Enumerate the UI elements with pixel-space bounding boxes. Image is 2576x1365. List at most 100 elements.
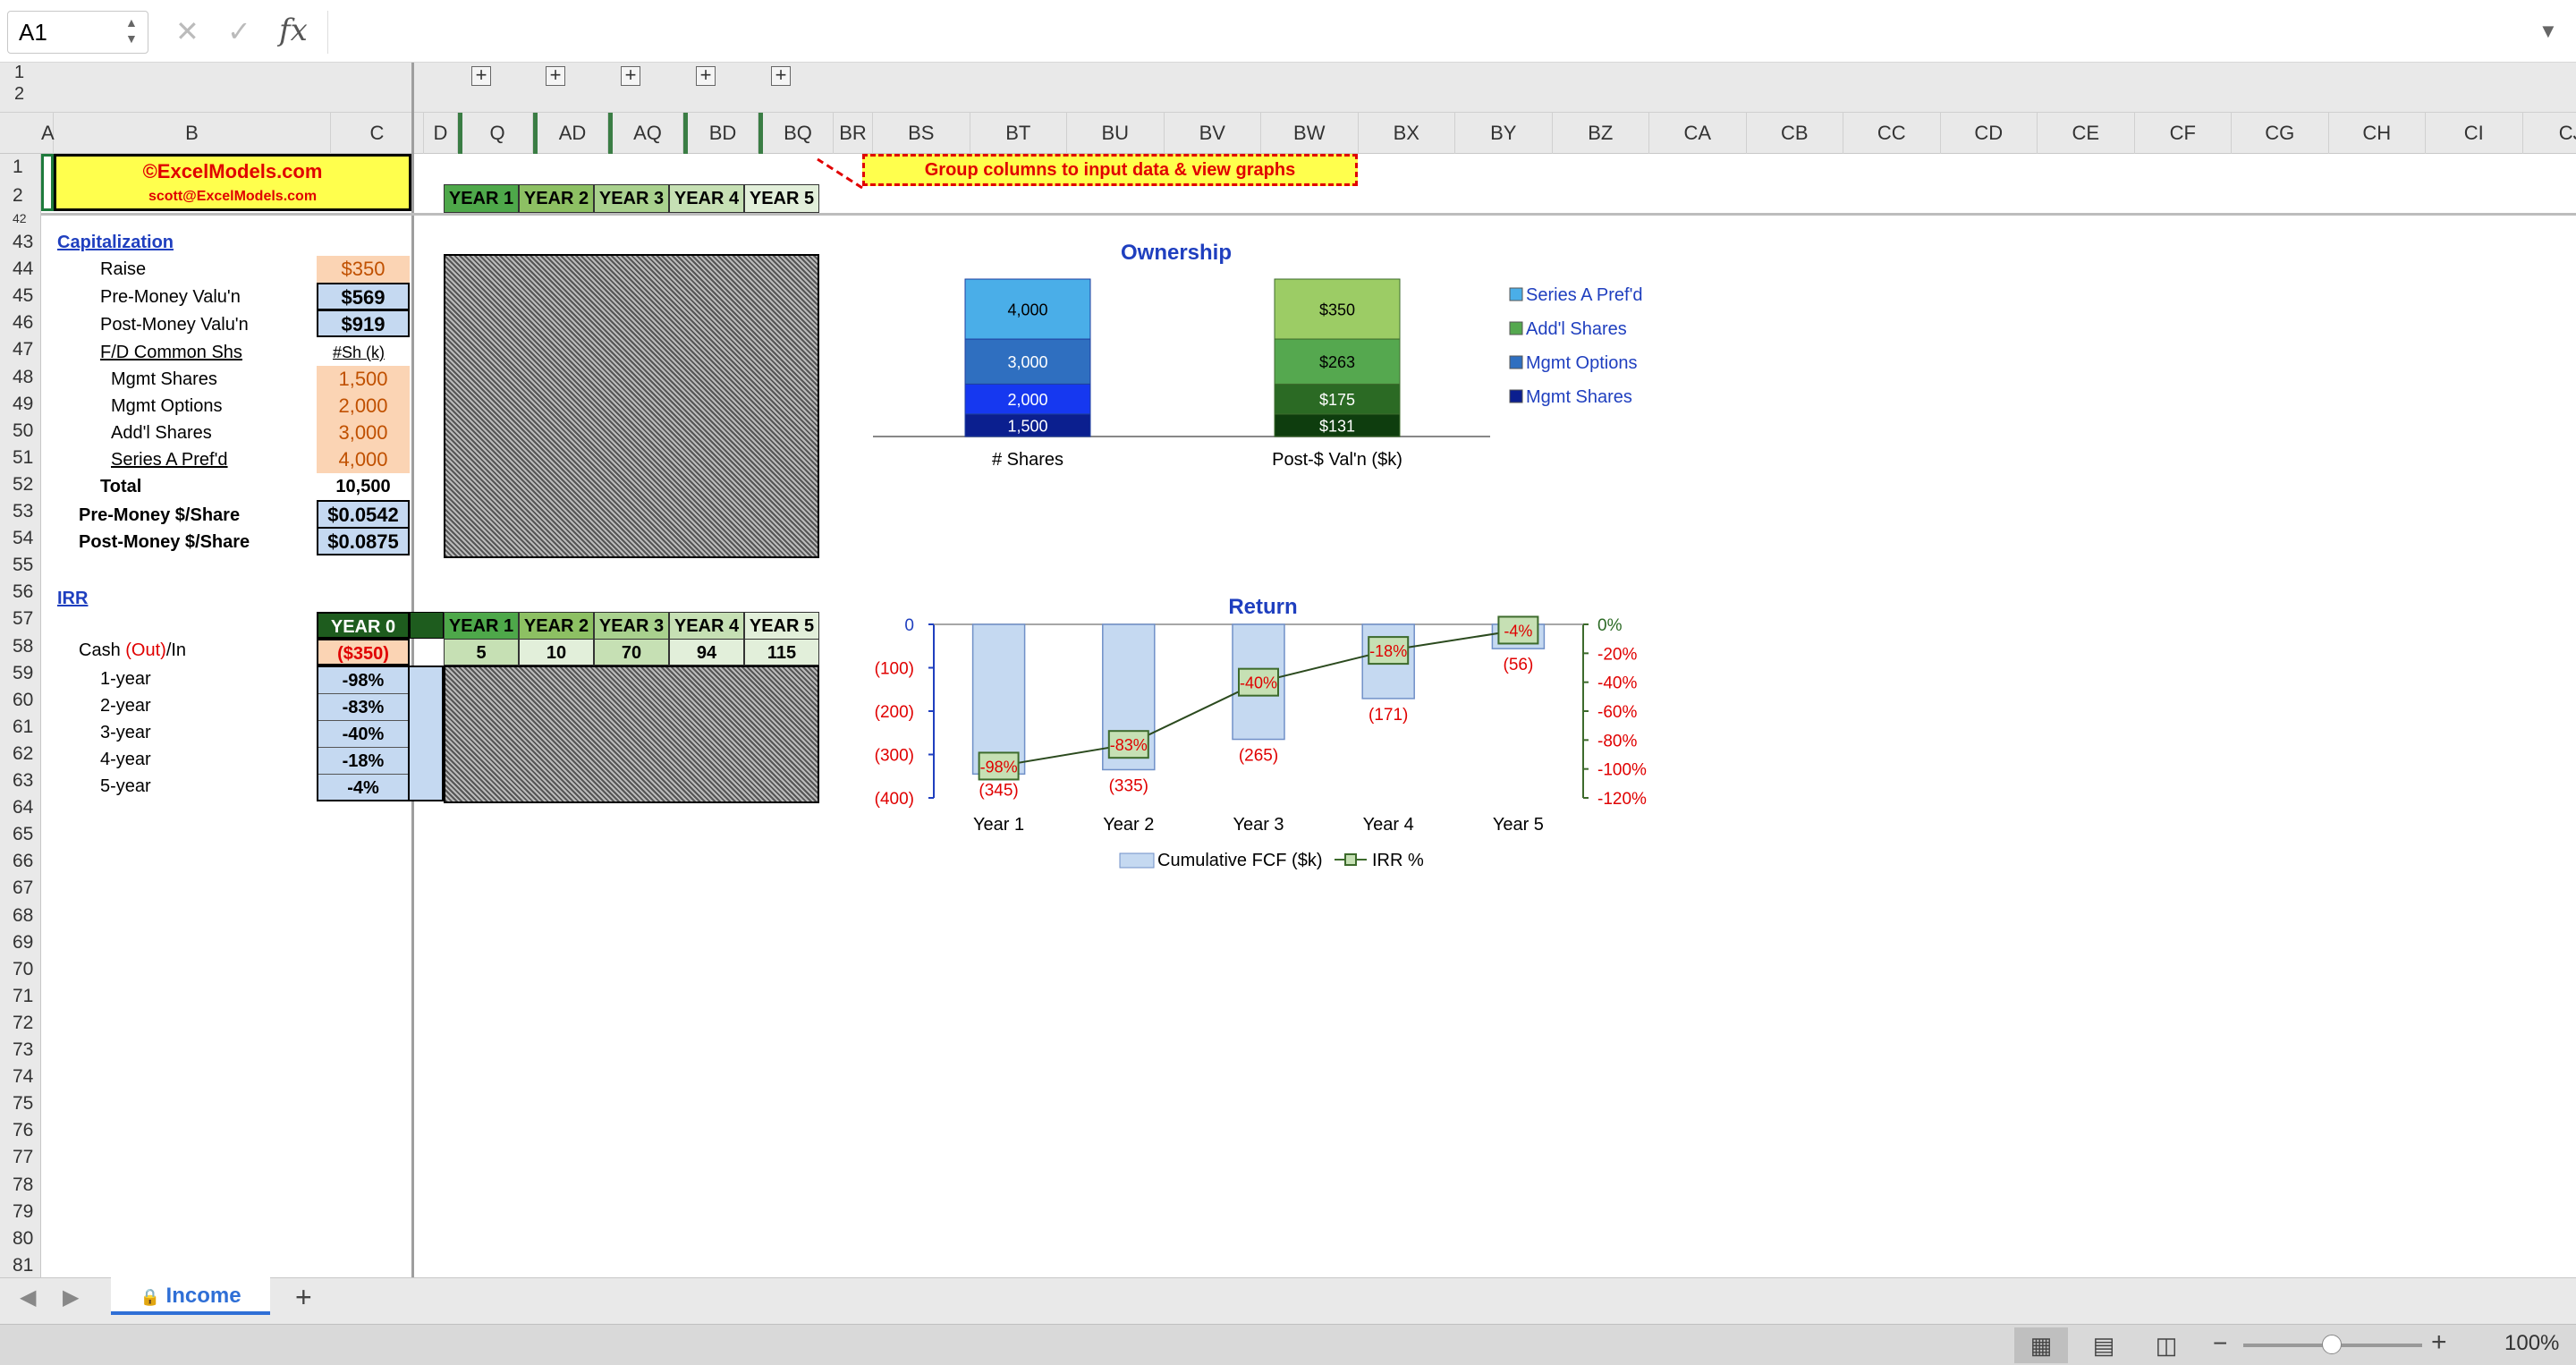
enter-check-icon[interactable]: ✓ <box>227 14 251 48</box>
row-header[interactable]: 63 <box>0 767 41 794</box>
row-header[interactable]: 74 <box>0 1064 41 1090</box>
row-header[interactable]: 81 <box>0 1252 41 1279</box>
column-header[interactable]: BZ <box>1553 113 1649 154</box>
add-sheet-button[interactable]: + <box>295 1281 312 1314</box>
cash-year-value[interactable]: 5 <box>444 639 519 666</box>
column-header[interactable]: A <box>41 113 55 154</box>
row-header[interactable]: 51 <box>0 445 41 471</box>
column-header[interactable]: BV <box>1165 113 1261 154</box>
cash-year0-input[interactable]: ($350) <box>317 639 410 666</box>
pre-money-value[interactable]: $569 <box>317 283 410 310</box>
cancel-icon[interactable]: ✕ <box>175 14 199 48</box>
column-header[interactable]: AQ <box>608 113 683 154</box>
year-header[interactable]: YEAR 3 <box>594 184 669 213</box>
row-header[interactable]: 78 <box>0 1172 41 1199</box>
expand-group-plus-icon[interactable]: + <box>771 65 791 86</box>
column-header[interactable]: D <box>424 113 458 154</box>
row-header[interactable]: 1 <box>0 154 41 181</box>
irr-1-year-value[interactable]: -98% <box>318 667 408 694</box>
column-header[interactable]: CD <box>1941 113 2038 154</box>
cash-year-value[interactable]: 94 <box>669 639 744 666</box>
row-header[interactable]: 50 <box>0 418 41 445</box>
irr-2-year-value[interactable]: -83% <box>318 694 408 721</box>
row-header[interactable]: 43 <box>0 229 41 256</box>
row-header[interactable]: 68 <box>0 903 41 929</box>
grouped-data-placeholder[interactable] <box>444 254 819 558</box>
column-header[interactable]: CA <box>1649 113 1747 154</box>
column-header[interactable]: C <box>331 113 424 154</box>
row-header[interactable]: 70 <box>0 956 41 983</box>
row-header[interactable]: 72 <box>0 1010 41 1037</box>
irr-4-year-value[interactable]: -18% <box>318 748 408 775</box>
year-header[interactable]: YEAR 5 <box>744 184 819 213</box>
year-header[interactable]: YEAR 2 <box>519 184 594 213</box>
expand-group-plus-icon[interactable]: + <box>546 65 565 86</box>
pre-money-share-value[interactable]: $0.0542 <box>317 500 410 529</box>
column-header[interactable]: CC <box>1843 113 1941 154</box>
row-header[interactable]: 42 <box>0 212 41 227</box>
addl-shares-input[interactable]: 3,000 <box>317 420 410 446</box>
series-a-input[interactable]: 4,000 <box>317 446 410 473</box>
row-header[interactable]: 61 <box>0 714 41 741</box>
active-cell-a1[interactable] <box>41 154 54 211</box>
irr-year-header[interactable]: YEAR 4 <box>669 612 744 640</box>
irr-3-year-value[interactable]: -40% <box>318 721 408 748</box>
row-header[interactable]: 67 <box>0 875 41 902</box>
column-header[interactable]: CI <box>2426 113 2523 154</box>
cash-year-value[interactable]: 10 <box>519 639 594 666</box>
name-box-spinner-icon[interactable]: ▲ ▼ <box>125 14 138 47</box>
irr-year-header[interactable]: YEAR 3 <box>594 612 669 640</box>
column-header[interactable]: BQ <box>758 113 834 154</box>
row-header[interactable]: 45 <box>0 283 41 309</box>
column-header[interactable]: AD <box>533 113 608 154</box>
post-money-share-value[interactable]: $0.0875 <box>317 527 410 555</box>
column-header[interactable]: CG <box>2232 113 2329 154</box>
normal-view-icon[interactable]: ▦ <box>2014 1327 2068 1363</box>
column-header[interactable]: BX <box>1359 113 1455 154</box>
irr-5-year-value[interactable]: -4% <box>318 775 408 801</box>
expand-formula-bar-chevron-down-icon[interactable]: ▼ <box>2538 20 2558 43</box>
raise-input[interactable]: $350 <box>317 256 410 283</box>
scroll-right-icon[interactable]: ▶ <box>63 1284 79 1310</box>
mgmt-options-input[interactable]: 2,000 <box>317 393 410 420</box>
column-header[interactable]: B <box>54 113 331 154</box>
sheet-tab-income[interactable]: 🔒 Income <box>111 1277 270 1315</box>
row-header[interactable]: 49 <box>0 391 41 418</box>
row-header[interactable]: 52 <box>0 471 41 498</box>
column-header[interactable]: CB <box>1747 113 1843 154</box>
row-header[interactable]: 47 <box>0 336 41 363</box>
grouped-irr-placeholder[interactable] <box>444 666 819 803</box>
row-header[interactable]: 56 <box>0 579 41 606</box>
column-header[interactable]: BU <box>1067 113 1165 154</box>
capitalization-title[interactable]: Capitalization <box>57 229 174 256</box>
expand-group-plus-icon[interactable]: + <box>621 65 640 86</box>
row-header[interactable]: 60 <box>0 687 41 714</box>
row-header[interactable]: 64 <box>0 794 41 821</box>
row-header[interactable]: 55 <box>0 552 41 579</box>
page-break-view-icon[interactable]: ◫ <box>2140 1327 2193 1363</box>
scroll-left-icon[interactable]: ◀ <box>20 1284 36 1310</box>
mgmt-shares-input[interactable]: 1,500 <box>317 366 410 393</box>
cash-year-value[interactable]: 70 <box>594 639 669 666</box>
row-header[interactable]: 62 <box>0 741 41 767</box>
row-header[interactable]: 48 <box>0 364 41 391</box>
outline-level-1[interactable]: 1 <box>14 63 24 83</box>
column-header[interactable]: CH <box>2329 113 2426 154</box>
irr-year-header[interactable]: YEAR 1 <box>444 612 519 640</box>
column-header[interactable]: CE <box>2038 113 2135 154</box>
row-header[interactable]: 2 <box>0 182 41 209</box>
brand-banner[interactable]: ©ExcelModels.com scott@ExcelModels.com <box>54 154 411 211</box>
zoom-slider-thumb[interactable] <box>2322 1335 2342 1354</box>
total-value[interactable]: 10,500 <box>317 473 410 500</box>
column-header[interactable]: BR <box>834 113 873 154</box>
page-layout-view-icon[interactable]: ▤ <box>2077 1327 2131 1363</box>
irr-year-header[interactable]: YEAR 5 <box>744 612 819 640</box>
row-header[interactable]: 57 <box>0 606 41 632</box>
irr-title[interactable]: IRR <box>57 585 88 612</box>
row-header[interactable]: 71 <box>0 983 41 1010</box>
column-header[interactable]: BW <box>1261 113 1359 154</box>
zoom-in-button[interactable]: + <box>2431 1327 2447 1358</box>
row-header[interactable]: 69 <box>0 929 41 956</box>
year-header[interactable]: YEAR 1 <box>444 184 519 213</box>
column-header[interactable]: BY <box>1455 113 1553 154</box>
